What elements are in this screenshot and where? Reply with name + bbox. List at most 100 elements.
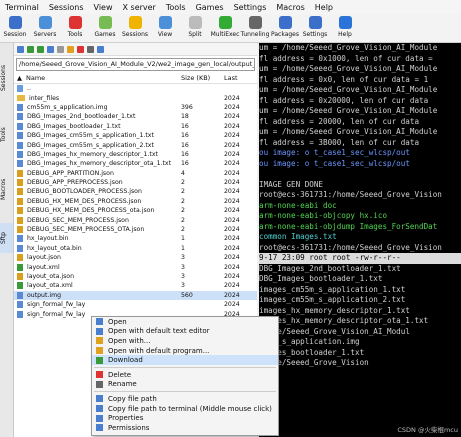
- delete-icon: [96, 371, 103, 379]
- context-copy-file-path-to-terminal-middle-mouse-click-item[interactable]: Copy file path to terminal (Middle mouse…: [92, 404, 278, 414]
- column-last[interactable]: Last: [224, 74, 254, 82]
- context-open-with-item[interactable]: Open with...: [92, 336, 278, 346]
- upload-icon[interactable]: [37, 45, 44, 53]
- file-name: DEBUG_SEC_MEM_PROCESS_OTA.json: [27, 226, 145, 234]
- file-row[interactable]: DEBUG_HX_MEM_DES_PROCESS_ota.json 2 2024: [14, 206, 257, 215]
- file-row[interactable]: layout_ota.xml 3 2024: [14, 281, 257, 290]
- side-tab-sftp[interactable]: Sftp: [0, 223, 13, 253]
- file-row[interactable]: cm55m_s_application.img 396 2024: [14, 103, 257, 112]
- file-name-cell: DEBUG_HX_MEM_DES_PROCESS_ota.json: [14, 207, 178, 215]
- toolbar-label: Settings: [302, 31, 328, 38]
- help-icon: [338, 16, 352, 29]
- file-last-modified: 2024: [224, 291, 240, 299]
- file-row[interactable]: DEBUG_APP_PARTITION.json 4 2024: [14, 169, 257, 178]
- settings-icon[interactable]: [97, 45, 104, 53]
- menu-sessions[interactable]: Sessions: [44, 3, 89, 12]
- file-row[interactable]: layout_ota.json 3 2024: [14, 272, 257, 281]
- menu-view[interactable]: View: [89, 3, 118, 12]
- file-row[interactable]: DEBUG_SEC_MEM_PROCESS.json 2 2024: [14, 215, 257, 224]
- file-name: DEBUG_BOOTLOADER_PROCESS.json: [27, 188, 142, 196]
- terminal[interactable]: um = /home/Seeed_Grove_Vision_AI_Module f…: [259, 43, 461, 437]
- side-tab-tools[interactable]: Tools: [0, 115, 13, 155]
- toolbar-session-button[interactable]: Session: [0, 14, 30, 42]
- context-open-with-default-program-item[interactable]: Open with default program...: [92, 346, 278, 356]
- path-input[interactable]: /home/Seeed_Grove_Vision_AI_Module_V2/we…: [16, 58, 255, 71]
- file-row[interactable]: DBG_Images_cm55m_s_application_2.txt 16 20…: [14, 140, 257, 149]
- file-row[interactable]: layout.xml 3 2024: [14, 262, 257, 271]
- menu-tools[interactable]: Tools: [161, 3, 191, 12]
- context-download-item[interactable]: Download: [92, 355, 278, 365]
- file-size: 2: [181, 197, 185, 205]
- delete-icon[interactable]: [77, 45, 84, 53]
- context-menu: Open Open with default text editor Open wi…: [91, 316, 279, 436]
- file-row[interactable]: DEBUG_BOOTLOADER_PROCESS.json 2 2024: [14, 187, 257, 196]
- open-icon: [96, 318, 103, 326]
- file-row[interactable]: DBG_Images_cm55m_s_application_1.txt 16 20…: [14, 131, 257, 140]
- file-name-cell: DEBUG_APP_PARTITION.json: [14, 169, 178, 177]
- file-row[interactable]: DBG_Images_bootloader_1.txt 16 2024: [14, 122, 257, 131]
- new-file-icon[interactable]: [57, 45, 64, 53]
- terminal-line: images_hx_memory_descriptor_1.txt: [259, 305, 410, 315]
- file-last-modified: 2024: [224, 273, 240, 280]
- side-tab-sessions[interactable]: Sessions: [0, 53, 13, 103]
- context-item-label: Download: [108, 356, 143, 365]
- menu-settings[interactable]: Settings: [229, 3, 272, 12]
- file-row[interactable]: layout.json 3 2024: [14, 253, 257, 262]
- edit-icon[interactable]: [87, 45, 94, 53]
- toolbar-tunneling-button[interactable]: Tunneling: [240, 14, 270, 42]
- file-row[interactable]: hx_layout_ota.bin 1 2024: [14, 244, 257, 253]
- toolbar-games-button[interactable]: Games: [90, 14, 120, 42]
- refresh-icon[interactable]: [47, 45, 54, 53]
- side-tab-macros[interactable]: Macros: [0, 167, 13, 211]
- context-rename-item[interactable]: Rename: [92, 380, 278, 390]
- toolbar-multiexec-button[interactable]: MultiExec: [210, 14, 240, 42]
- menu-terminal[interactable]: Terminal: [0, 3, 44, 12]
- file-row[interactable]: DEBUG_APP_PREPROCESS.json 2 2024: [14, 178, 257, 187]
- download-icon[interactable]: [27, 45, 34, 53]
- file-row[interactable]: inter_files 2024: [14, 93, 257, 102]
- file-name-cell: DBG_Images_bootloader_1.txt: [14, 122, 178, 130]
- new-folder-icon[interactable]: [67, 45, 74, 53]
- context-open-item[interactable]: Open: [92, 317, 278, 327]
- toolbar-settings-button[interactable]: Settings: [300, 14, 330, 42]
- file-name: DBG_Images_bootloader_1.txt: [27, 122, 121, 130]
- file-row[interactable]: DEBUG_SEC_MEM_PROCESS_OTA.json 2 2024: [14, 225, 257, 234]
- menu-help[interactable]: Help: [310, 3, 338, 12]
- file-row[interactable]: output.img 560 2024: [14, 290, 257, 300]
- menu-x-server[interactable]: X server: [118, 3, 161, 12]
- file-row[interactable]: sign_formal_fw_lay 2024: [14, 300, 257, 309]
- up-folder-icon[interactable]: [17, 45, 24, 53]
- context-delete-item[interactable]: Delete: [92, 370, 278, 380]
- toolbar-servers-button[interactable]: Servers: [30, 14, 60, 42]
- context-permissions-item[interactable]: Permissions: [92, 423, 278, 433]
- file-name: ..: [27, 85, 31, 93]
- file-row[interactable]: DEBUG_HX_MEM_DES_PROCESS.json 2 2024: [14, 197, 257, 206]
- file-name-cell: DEBUG_SEC_MEM_PROCESS_OTA.json: [14, 226, 178, 234]
- file-row[interactable]: DBG_Images_hx_memory_descriptor_ota_1.tx…: [14, 159, 257, 168]
- toolbar-view-button[interactable]: View: [150, 14, 180, 42]
- file-name: layout.json: [27, 254, 61, 262]
- file-row[interactable]: hx_layout.bin 1 2024: [14, 234, 257, 243]
- toolbar-tools-button[interactable]: Tools: [60, 14, 90, 42]
- terminal-path-icon: [96, 405, 103, 413]
- file-row[interactable]: DBG_Images_2nd_bootloader_1.txt 18 2024: [14, 112, 257, 121]
- file-row[interactable]: DBG_Images_hx_memory_descriptor_1.txt 16 2…: [14, 150, 257, 159]
- toolbar-help-button[interactable]: Help: [330, 14, 360, 42]
- column-name[interactable]: ▲ Name: [14, 74, 178, 82]
- file-name-cell: cm55m_s_application.img: [14, 103, 178, 111]
- context-properties-item[interactable]: Properties: [92, 413, 278, 423]
- toolbar-split-button[interactable]: Split: [180, 14, 210, 42]
- sftp-toolbar: [14, 43, 257, 56]
- file-row[interactable]: ..: [14, 84, 257, 93]
- file-last-modified: 2024: [224, 235, 240, 243]
- toolbar-sessions-button[interactable]: Sessions: [120, 14, 150, 42]
- file-name: layout.xml: [27, 263, 60, 271]
- toolbar-packages-button[interactable]: Packages: [270, 14, 300, 42]
- column-size[interactable]: Size (KB): [178, 74, 224, 82]
- menu-macros[interactable]: Macros: [271, 3, 309, 12]
- context-copy-file-path-item[interactable]: Copy file path: [92, 394, 278, 404]
- file-last-modified: 2024: [224, 254, 240, 262]
- menu-games[interactable]: Games: [191, 3, 229, 12]
- file-name: hx_layout_ota.bin: [27, 244, 82, 252]
- context-open-with-default-text-editor-item[interactable]: Open with default text editor: [92, 327, 278, 337]
